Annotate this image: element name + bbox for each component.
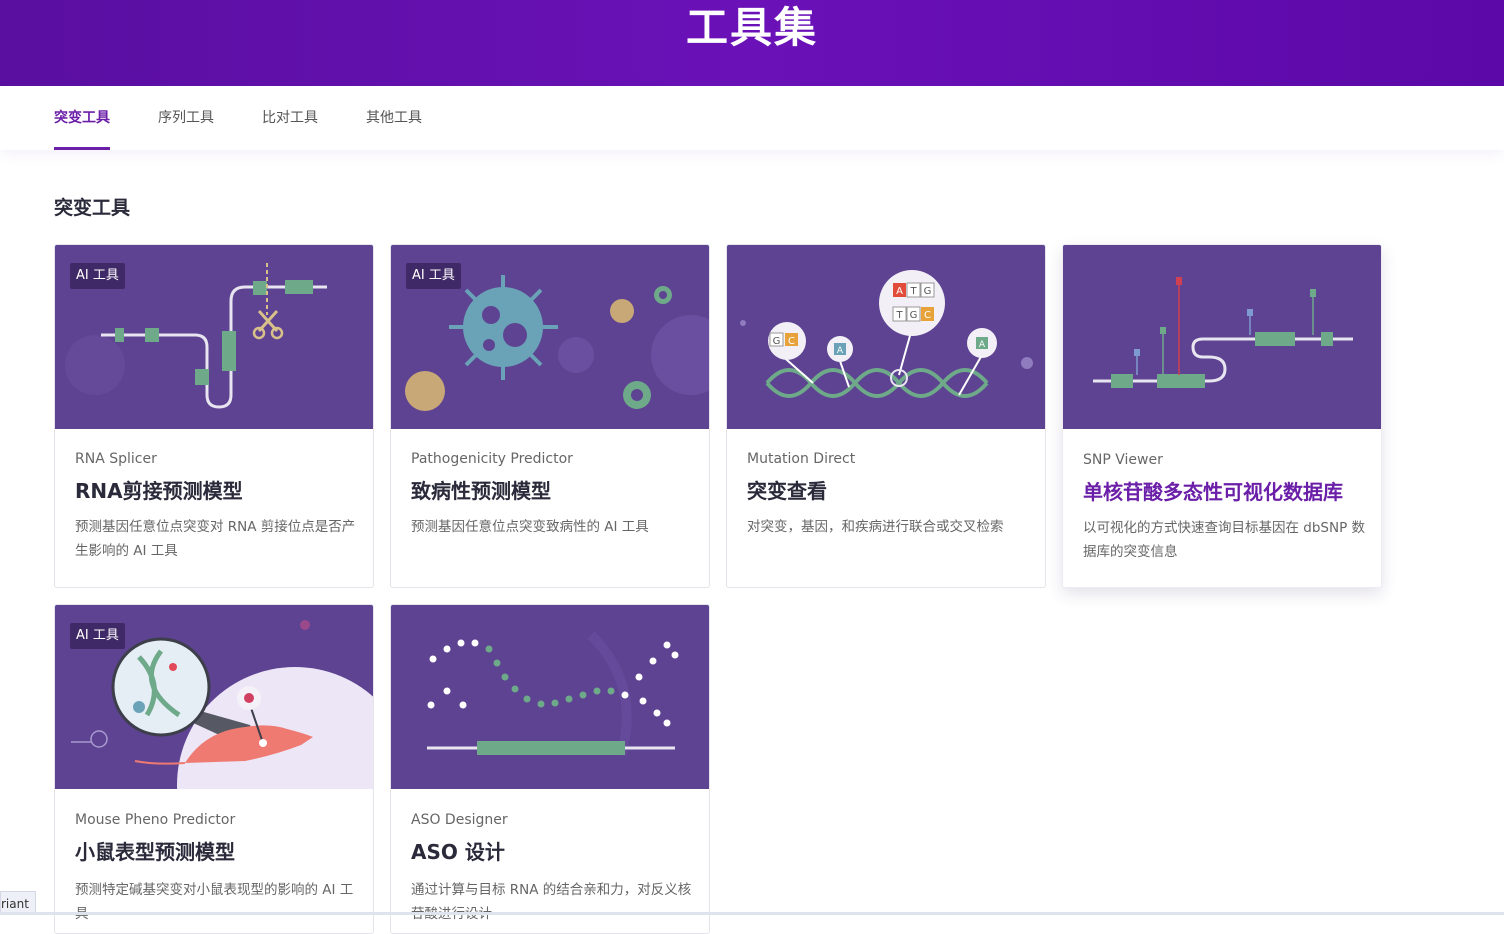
card-subtitle: Mutation Direct xyxy=(747,451,856,467)
card-description: 预测特定碱基突变对小鼠表现型的影响的 AI 工具 xyxy=(75,882,354,922)
card-mutation-direct[interactable]: G C A A T G T G C A Mutation Direct 突变查看… xyxy=(726,244,1046,588)
letter-t-bottom: T xyxy=(895,310,903,321)
card-title: ASO 设计 xyxy=(411,840,505,864)
card-subtitle: ASO Designer xyxy=(411,812,508,828)
card-rna-splicer[interactable]: AI 工具 RNA Splicer RNA剪接预测模型 预测基因任意位点突变对 … xyxy=(54,244,374,588)
tab-bar: 突变工具 序列工具 比对工具 其他工具 xyxy=(0,86,1504,150)
card-description: 通过计算与目标 RNA 的结合亲和力，对反义核苷酸进行设计 xyxy=(411,882,692,922)
dna-helix-illustration: G C A A T G T G C A xyxy=(727,245,1045,429)
card-description: 以可视化的方式快速查询目标基因在 dbSNP 数据库的突变信息 xyxy=(1083,520,1366,560)
section-title: 突变工具 xyxy=(54,197,131,219)
card-subtitle: Mouse Pheno Predictor xyxy=(75,812,236,828)
card-aso-designer[interactable]: ASO Designer ASO 设计 通过计算与目标 RNA 的结合亲和力，对… xyxy=(390,604,710,934)
letter-g-bottom: G xyxy=(910,310,918,321)
scissors-icon xyxy=(252,309,284,340)
ai-tool-badge: AI 工具 xyxy=(406,263,461,289)
card-subtitle: SNP Viewer xyxy=(1083,452,1163,468)
ai-tool-badge: AI 工具 xyxy=(70,623,125,649)
card-title: 小鼠表型预测模型 xyxy=(75,840,235,864)
letter-c-bottom: C xyxy=(924,310,931,321)
letter-a-right: A xyxy=(979,340,986,350)
tab-mutation-tools[interactable]: 突变工具 xyxy=(54,86,110,150)
page-title: 工具集 xyxy=(685,3,818,52)
card-description: 预测基因任意位点突变致病性的 AI 工具 xyxy=(411,519,649,535)
card-title: 突变查看 xyxy=(747,479,827,503)
letter-a-mid: A xyxy=(837,346,844,356)
card-snp-viewer[interactable]: SNP Viewer 单核苷酸多态性可视化数据库 以可视化的方式快速查询目标基因… xyxy=(1062,244,1382,588)
snp-illustration xyxy=(1063,245,1381,429)
card-description: 预测基因任意位点突变对 RNA 剪接位点是否产生影响的 AI 工具 xyxy=(75,519,356,559)
tab-alignment-tools[interactable]: 比对工具 xyxy=(262,86,318,150)
card-subtitle: Pathogenicity Predictor xyxy=(411,451,573,467)
card-description: 对突变，基因，和疾病进行联合或交叉检索 xyxy=(747,519,1004,535)
card-subtitle: RNA Splicer xyxy=(75,451,157,467)
tab-sequence-tools[interactable]: 序列工具 xyxy=(158,86,214,150)
aso-illustration xyxy=(391,605,709,789)
card-pathogenicity-predictor[interactable]: AI 工具 Pathogenicity Predictor 致病性预测模型 预测… xyxy=(390,244,710,588)
tab-other-tools[interactable]: 其他工具 xyxy=(366,86,422,150)
letter-g: G xyxy=(773,336,781,347)
ai-tool-badge: AI 工具 xyxy=(70,263,125,289)
card-title: RNA剪接预测模型 xyxy=(75,479,243,503)
letter-c: C xyxy=(788,336,795,347)
letter-g-top: G xyxy=(924,286,932,297)
nucleotide-dots xyxy=(427,639,679,727)
card-mouse-pheno-predictor[interactable]: AI 工具 Mouse Pheno Predictor 小鼠表型预测模型 预测特… xyxy=(54,604,374,934)
card-title: 致病性预测模型 xyxy=(411,479,551,503)
letter-t-top: T xyxy=(909,286,917,297)
letter-a-top: A xyxy=(896,286,903,297)
card-title: 单核苷酸多态性可视化数据库 xyxy=(1083,480,1343,504)
header-banner: 工具集 xyxy=(0,0,1504,86)
